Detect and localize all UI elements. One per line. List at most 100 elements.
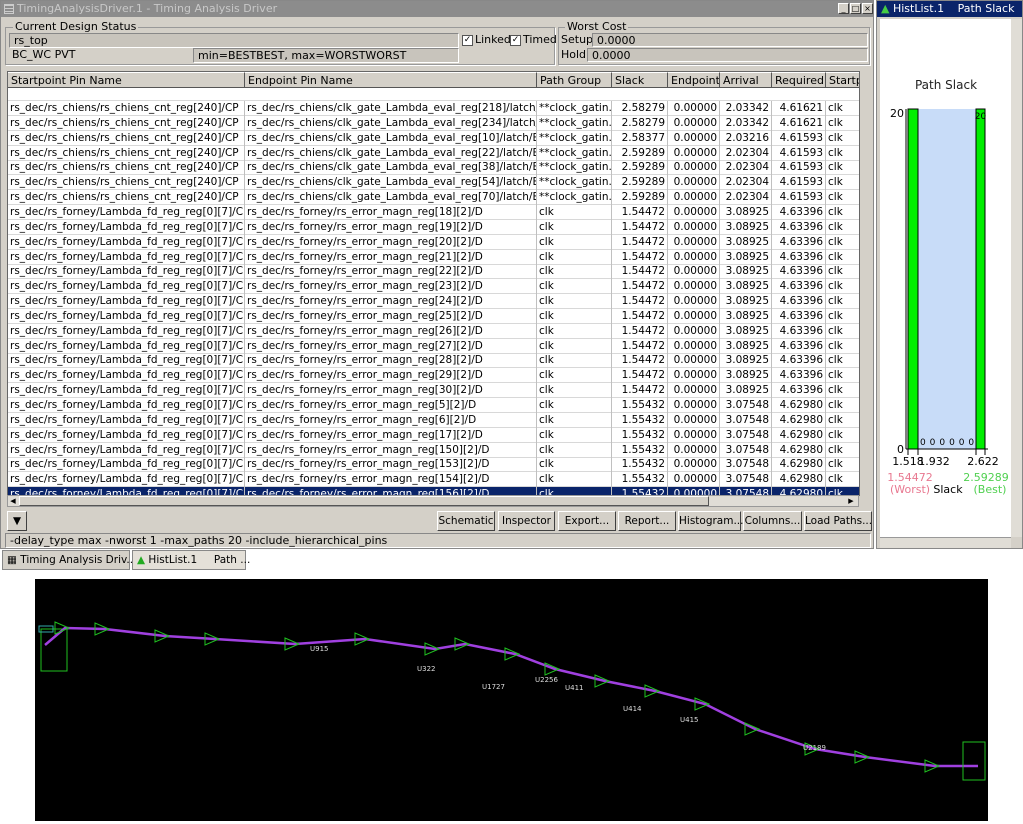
pvt-label: BC_WC PVT bbox=[12, 48, 76, 61]
table-cell: rs_dec/rs_forney/rs_error_magn_reg[23][2… bbox=[245, 279, 537, 295]
export-button[interactable]: Export... bbox=[558, 511, 616, 531]
table-cell: rs_dec/rs_forney/rs_error_magn_reg[6][2]… bbox=[245, 412, 537, 428]
column-header[interactable]: Arrival bbox=[720, 72, 772, 88]
table-row[interactable]: rs_dec/rs_forney/Lambda_fd_reg_reg[0][7]… bbox=[8, 249, 859, 265]
worst-cost-label: Worst Cost bbox=[565, 20, 629, 33]
table-row[interactable]: rs_dec/rs_forney/Lambda_fd_reg_reg[0][7]… bbox=[8, 383, 859, 399]
table-row[interactable]: rs_dec/rs_forney/Lambda_fd_reg_reg[0][7]… bbox=[8, 323, 859, 339]
column-header[interactable]: Startp bbox=[826, 72, 859, 88]
table-row[interactable]: rs_dec/rs_forney/Lambda_fd_reg_reg[0][7]… bbox=[8, 204, 859, 220]
table-row[interactable]: rs_dec/rs_chiens/rs_chiens_cnt_reg[240]/… bbox=[8, 175, 859, 191]
table-cell: 3.08925 bbox=[720, 264, 772, 280]
table-cell: 0.00000 bbox=[668, 219, 720, 235]
table-row[interactable]: rs_dec/rs_chiens/rs_chiens_cnt_reg[240]/… bbox=[8, 145, 859, 161]
slack-range-band bbox=[918, 109, 976, 449]
table-cell: 0.00000 bbox=[668, 383, 720, 399]
table-cell: 3.07548 bbox=[720, 412, 772, 428]
column-header[interactable]: Path Group bbox=[537, 72, 612, 88]
column-header[interactable]: Endpoint Pin Name bbox=[245, 72, 537, 88]
scroll-right-arrow-icon[interactable]: ▶ bbox=[846, 496, 856, 506]
table-cell: clk bbox=[826, 131, 859, 146]
table-row[interactable]: rs_dec/rs_forney/Lambda_fd_reg_reg[0][7]… bbox=[8, 412, 859, 428]
table-cell: rs_dec/rs_chiens/rs_chiens_cnt_reg[240]/… bbox=[8, 160, 245, 176]
table-row[interactable]: rs_dec/rs_forney/Lambda_fd_reg_reg[0][7]… bbox=[8, 368, 859, 384]
table-row[interactable]: rs_dec/rs_forney/Lambda_fd_reg_reg[0][7]… bbox=[8, 353, 859, 369]
table-row[interactable]: rs_dec/rs_forney/Lambda_fd_reg_reg[0][7]… bbox=[8, 264, 859, 280]
table-row[interactable]: rs_dec/rs_forney/Lambda_fd_reg_reg[0][7]… bbox=[8, 308, 859, 324]
table-cell: 4.62980 bbox=[772, 442, 826, 458]
table-cell: rs_dec/rs_chiens/rs_chiens_cnt_reg[240]/… bbox=[8, 145, 245, 161]
table-cell: clk bbox=[537, 427, 612, 443]
inspector-button[interactable]: Inspector bbox=[498, 511, 555, 531]
table-cell: clk bbox=[826, 175, 859, 190]
table-cell: 3.08925 bbox=[720, 323, 772, 339]
table-cell: 3.08925 bbox=[720, 219, 772, 235]
table-row[interactable]: rs_dec/rs_chiens/rs_chiens_cnt_reg[240]/… bbox=[8, 101, 859, 116]
horizontal-scrollbar[interactable]: ◀ ▶ bbox=[7, 495, 859, 507]
table-row[interactable]: rs_dec/rs_forney/Lambda_fd_reg_reg[0][7]… bbox=[8, 472, 859, 488]
taskbar-tab-timing-analysis[interactable]: ▦ Timing Analysis Driv... bbox=[2, 550, 136, 570]
table-row[interactable]: rs_dec/rs_forney/Lambda_fd_reg_reg[0][7]… bbox=[8, 294, 859, 310]
linked-label: Linked bbox=[475, 33, 511, 46]
table-row[interactable]: rs_dec/rs_chiens/rs_chiens_cnt_reg[240]/… bbox=[8, 115, 859, 131]
hist-horizontal-scrollbar[interactable] bbox=[880, 537, 1011, 548]
table-row[interactable]: rs_dec/rs_chiens/rs_chiens_cnt_reg[240]/… bbox=[8, 130, 859, 146]
column-header[interactable]: Startpoint Pin Name bbox=[8, 72, 245, 88]
table-cell: 2.02304 bbox=[720, 175, 772, 191]
schematic-button[interactable]: Schematic bbox=[437, 511, 495, 531]
table-cell: clk bbox=[537, 398, 612, 413]
table-row[interactable]: rs_dec/rs_forney/Lambda_fd_reg_reg[0][7]… bbox=[8, 398, 859, 413]
maximize-button[interactable]: □ bbox=[850, 3, 861, 14]
histogram-button[interactable]: Histogram... bbox=[678, 511, 743, 531]
table-cell: 1.55432 bbox=[612, 427, 668, 443]
table-row[interactable]: rs_dec/rs_chiens/rs_chiens_cnt_reg[240]/… bbox=[8, 160, 859, 176]
table-cell: 4.63396 bbox=[772, 204, 826, 220]
schematic-view[interactable]: U915 U322 U1727 U2256 U411 U414 U415 U2189 bbox=[35, 579, 988, 821]
table-cell: clk bbox=[537, 353, 612, 369]
scroll-left-arrow-icon[interactable]: ◀ bbox=[8, 496, 18, 506]
table-cell: rs_dec/rs_chiens/clk_gate_Lambda_eval_re… bbox=[247, 190, 537, 206]
horizontal-scroll-thumb[interactable] bbox=[19, 496, 709, 506]
taskbar-tab-histlist[interactable]: ▲ HistList.1 Path ... bbox=[132, 550, 250, 570]
table-row[interactable]: rs_dec/rs_forney/Lambda_fd_reg_reg[0][7]… bbox=[8, 427, 859, 443]
column-header[interactable]: Required bbox=[772, 72, 826, 88]
table-row[interactable]: rs_dec/rs_forney/Lambda_fd_reg_reg[0][7]… bbox=[8, 279, 859, 295]
load-paths-button[interactable]: Load Paths... bbox=[804, 511, 872, 531]
table-cell: 0.00000 bbox=[668, 130, 720, 146]
table-row[interactable]: rs_dec/rs_forney/Lambda_fd_reg_reg[0][7]… bbox=[8, 338, 859, 354]
table-cell: 4.61593 bbox=[772, 160, 826, 176]
table-cell: 2.59289 bbox=[612, 190, 668, 206]
table-row[interactable]: rs_dec/rs_forney/Lambda_fd_reg_reg[0][7]… bbox=[8, 219, 859, 235]
table-cell: clk bbox=[826, 146, 859, 161]
table-cell: 0.00000 bbox=[668, 353, 720, 369]
table-cell: clk bbox=[537, 338, 612, 354]
timed-label: Timed bbox=[523, 33, 557, 46]
hist-vertical-scrollbar[interactable] bbox=[1011, 19, 1022, 537]
column-header[interactable]: Slack bbox=[612, 72, 668, 88]
command-line[interactable]: -delay_type max -nworst 1 -max_paths 20 … bbox=[5, 533, 871, 548]
table-row[interactable]: rs_dec/rs_chiens/rs_chiens_cnt_reg[240]/… bbox=[8, 190, 859, 206]
report-button[interactable]: Report... bbox=[618, 511, 676, 531]
histogram-icon: ▲ bbox=[137, 554, 149, 566]
table-cell: 1.55432 bbox=[612, 412, 668, 428]
table-cell: clk bbox=[537, 323, 612, 339]
table-cell: 4.63396 bbox=[772, 294, 826, 310]
table-row[interactable]: rs_dec/rs_forney/Lambda_fd_reg_reg[0][7]… bbox=[8, 457, 859, 473]
table-cell: rs_dec/rs_chiens/clk_gate_Lambda_eval_re… bbox=[247, 130, 537, 146]
minimize-button[interactable]: _ bbox=[838, 3, 849, 14]
table-row[interactable]: rs_dec/rs_forney/Lambda_fd_reg_reg[0][7]… bbox=[8, 234, 859, 250]
table-cell: clk bbox=[537, 472, 612, 488]
table-cell: rs_dec/rs_forney/rs_error_magn_reg[30][2… bbox=[245, 383, 537, 399]
table-cell: clk bbox=[826, 101, 859, 116]
table-cell: 3.08925 bbox=[720, 368, 772, 384]
table-row[interactable]: rs_dec/rs_forney/Lambda_fd_reg_reg[0][7]… bbox=[8, 442, 859, 458]
linked-checkbox[interactable]: ✓ bbox=[462, 35, 473, 46]
table-cell: 1.54472 bbox=[612, 338, 668, 354]
table-cell: 1.54472 bbox=[612, 353, 668, 369]
close-button[interactable]: × bbox=[862, 3, 873, 14]
table-cell: rs_dec/rs_forney/rs_error_magn_reg[27][2… bbox=[245, 338, 537, 354]
columns-button[interactable]: Columns... bbox=[743, 511, 802, 531]
column-header[interactable]: Endpoint C bbox=[668, 72, 720, 88]
timed-checkbox[interactable]: ✓ bbox=[510, 35, 521, 46]
options-dropdown-button[interactable]: ▼ bbox=[7, 511, 27, 531]
